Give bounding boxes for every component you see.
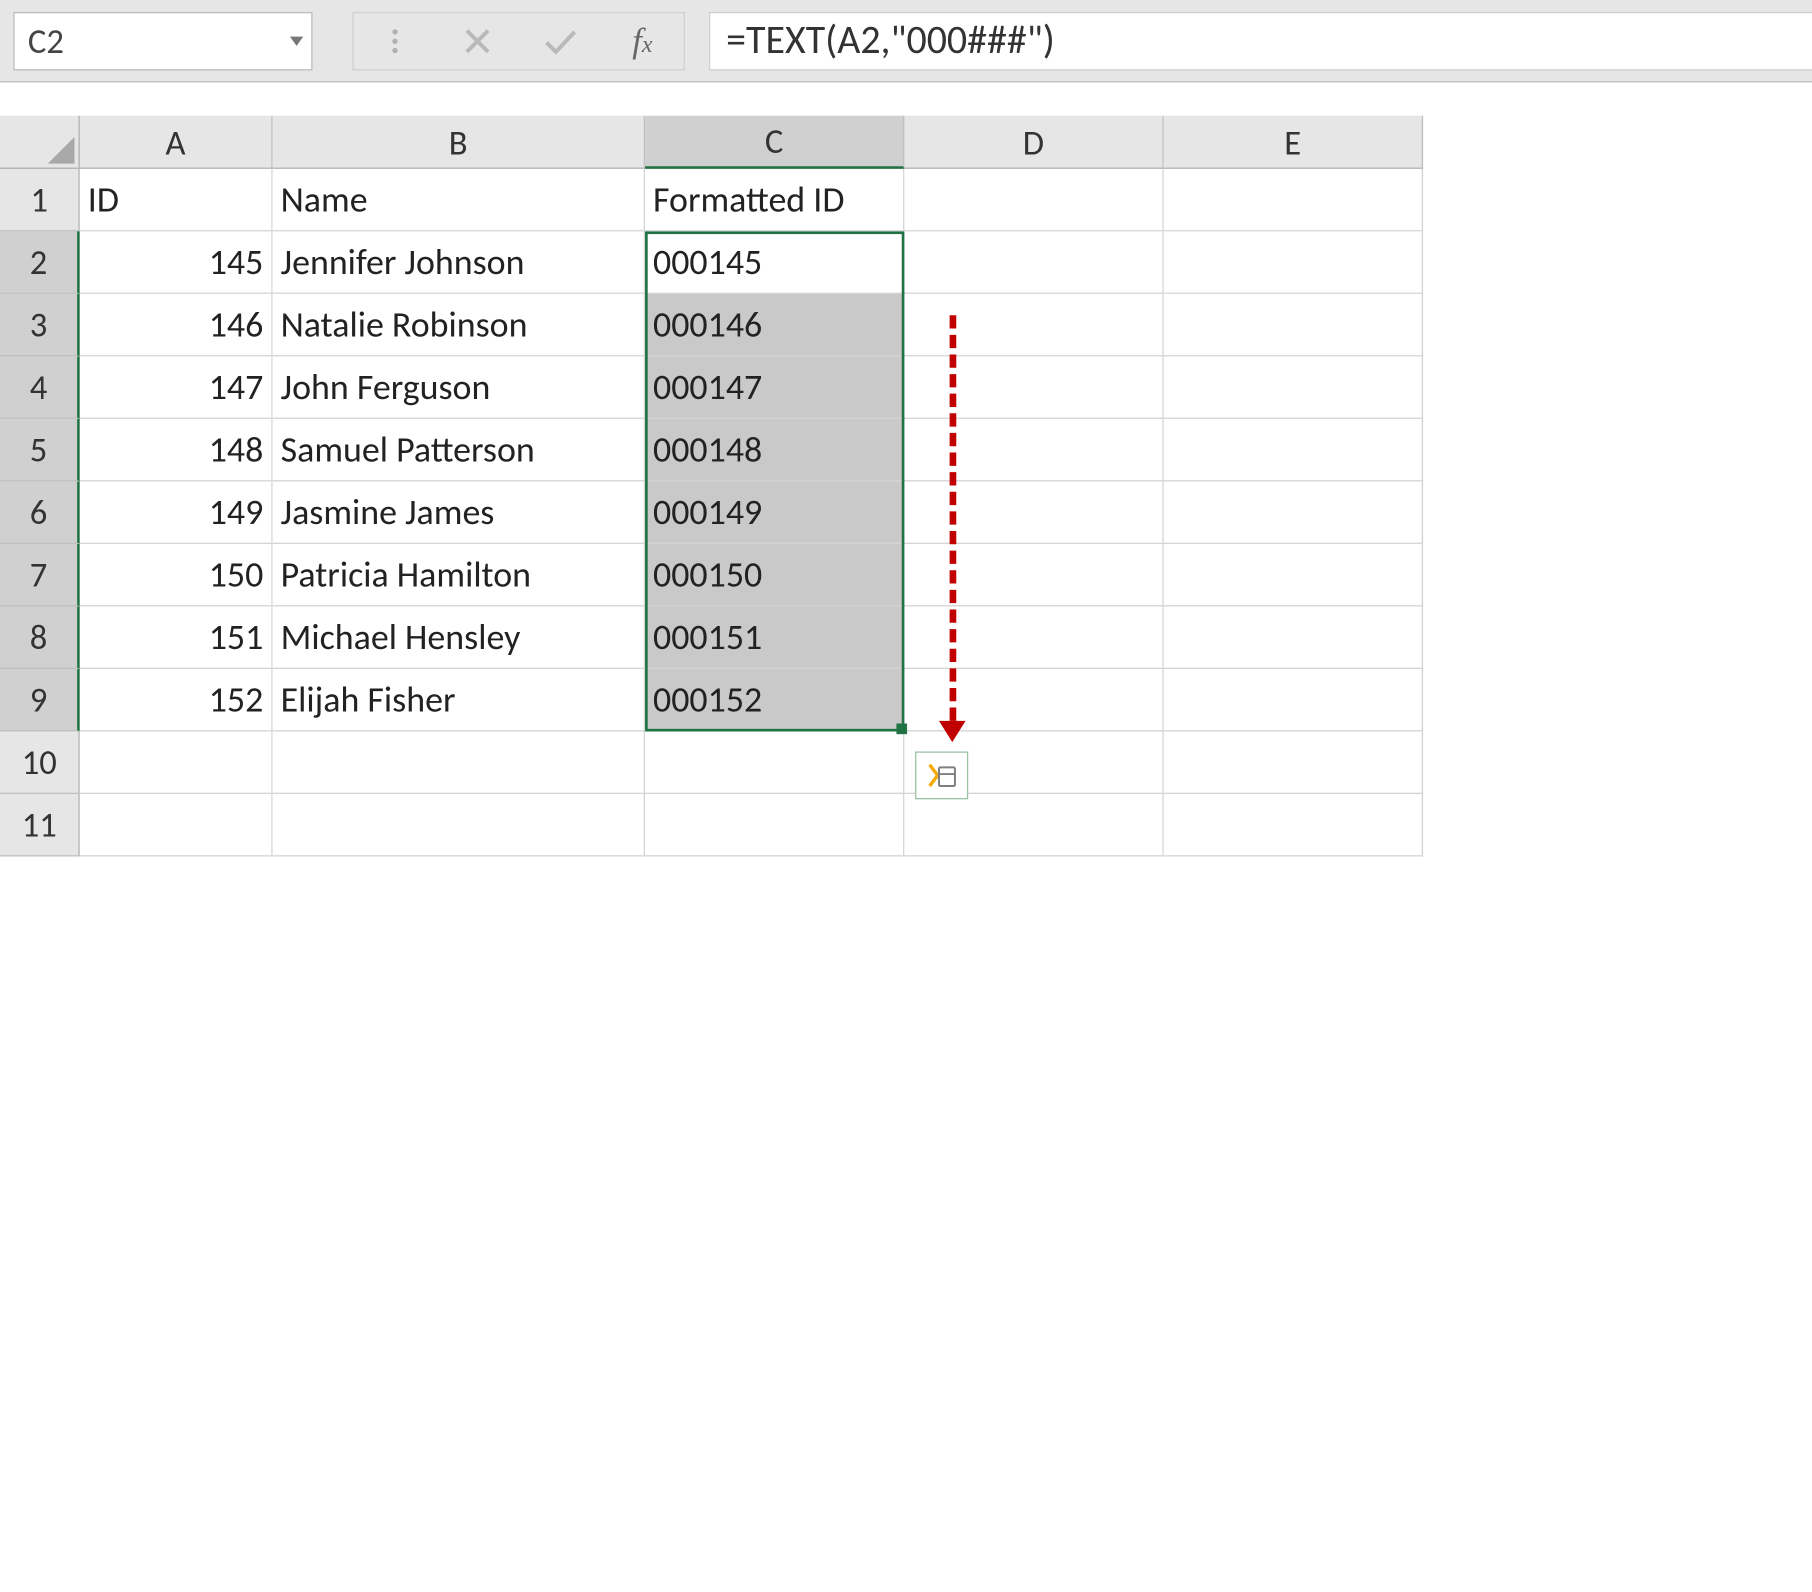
- chevron-down-icon[interactable]: [290, 36, 303, 45]
- cell-B7[interactable]: Patricia Hamilton: [273, 544, 645, 607]
- row-header-4[interactable]: 4: [0, 356, 80, 419]
- cell-A3[interactable]: 146: [80, 294, 273, 357]
- fx-button[interactable]: fx: [601, 11, 683, 70]
- cell-A7[interactable]: 150: [80, 544, 273, 607]
- cell-D11[interactable]: [904, 794, 1163, 857]
- cell-B6[interactable]: Jasmine James: [273, 481, 645, 544]
- spreadsheet-grid[interactable]: A B C D E 1 ID Name Formatted ID 2 145 J…: [0, 116, 1812, 857]
- enter-button[interactable]: [519, 11, 601, 70]
- formula-button-group: fx: [352, 11, 685, 70]
- col-header-D[interactable]: D: [904, 116, 1163, 169]
- select-all-corner[interactable]: [0, 116, 80, 169]
- row-header-8[interactable]: 8: [0, 606, 80, 669]
- vertical-dots-icon: [392, 29, 397, 53]
- cell-D1[interactable]: [904, 169, 1163, 232]
- formula-bar: C2 fx =TEXT(A2,"000###"): [0, 0, 1812, 82]
- cell-B5[interactable]: Samuel Patterson: [273, 419, 645, 482]
- cell-B1[interactable]: Name: [273, 169, 645, 232]
- cell-C7[interactable]: 000150: [645, 544, 904, 607]
- formula-input[interactable]: =TEXT(A2,"000###"): [709, 11, 1812, 70]
- cell-E10[interactable]: [1164, 732, 1423, 795]
- cell-A11[interactable]: [80, 794, 273, 857]
- cell-C10[interactable]: [645, 732, 904, 795]
- row-header-9[interactable]: 9: [0, 669, 80, 732]
- formula-text: =TEXT(A2,"000###"): [726, 16, 1055, 65]
- cell-E5[interactable]: [1164, 419, 1423, 482]
- autofill-options-button[interactable]: [915, 751, 968, 799]
- cell-B8[interactable]: Michael Hensley: [273, 606, 645, 669]
- cell-C6[interactable]: 000149: [645, 481, 904, 544]
- cell-A6[interactable]: 149: [80, 481, 273, 544]
- arrow-down-icon: [939, 721, 966, 742]
- row-header-2[interactable]: 2: [0, 231, 80, 294]
- expand-button[interactable]: [354, 11, 436, 70]
- cell-E1[interactable]: [1164, 169, 1423, 232]
- cell-A4[interactable]: 147: [80, 356, 273, 419]
- cell-C11[interactable]: [645, 794, 904, 857]
- cell-A9[interactable]: 152: [80, 669, 273, 732]
- name-box[interactable]: C2: [13, 11, 312, 70]
- name-box-value: C2: [28, 19, 64, 62]
- row-header-1[interactable]: 1: [0, 169, 80, 232]
- cell-B4[interactable]: John Ferguson: [273, 356, 645, 419]
- check-icon: [543, 26, 578, 55]
- close-icon: [463, 26, 492, 55]
- row-header-10[interactable]: 10: [0, 732, 80, 795]
- cell-E2[interactable]: [1164, 231, 1423, 294]
- cell-A2[interactable]: 145: [80, 231, 273, 294]
- cell-D2[interactable]: [904, 231, 1163, 294]
- cell-A5[interactable]: 148: [80, 419, 273, 482]
- row-header-6[interactable]: 6: [0, 481, 80, 544]
- cell-E7[interactable]: [1164, 544, 1423, 607]
- cell-B10[interactable]: [273, 732, 645, 795]
- cell-E3[interactable]: [1164, 294, 1423, 357]
- cell-B11[interactable]: [273, 794, 645, 857]
- row-header-3[interactable]: 3: [0, 294, 80, 357]
- cell-C9[interactable]: 000152: [645, 669, 904, 732]
- cell-A10[interactable]: [80, 732, 273, 795]
- col-header-E[interactable]: E: [1164, 116, 1423, 169]
- row-header-11[interactable]: 11: [0, 794, 80, 857]
- cell-B2[interactable]: Jennifer Johnson: [273, 231, 645, 294]
- cell-E4[interactable]: [1164, 356, 1423, 419]
- cell-A1[interactable]: ID: [80, 169, 273, 232]
- cell-C4[interactable]: 000147: [645, 356, 904, 419]
- fx-icon: fx: [632, 21, 652, 61]
- col-header-C[interactable]: C: [645, 116, 904, 169]
- cell-E9[interactable]: [1164, 669, 1423, 732]
- cell-A8[interactable]: 151: [80, 606, 273, 669]
- col-header-A[interactable]: A: [80, 116, 273, 169]
- cell-E8[interactable]: [1164, 606, 1423, 669]
- row-header-5[interactable]: 5: [0, 419, 80, 482]
- cell-C3[interactable]: 000146: [645, 294, 904, 357]
- cell-B3[interactable]: Natalie Robinson: [273, 294, 645, 357]
- col-header-B[interactable]: B: [273, 116, 645, 169]
- drag-arrow-annotation: [942, 315, 966, 742]
- cell-C2[interactable]: 000145: [645, 231, 904, 294]
- autofill-options-icon: [924, 759, 959, 791]
- row-header-7[interactable]: 7: [0, 544, 80, 607]
- cell-E6[interactable]: [1164, 481, 1423, 544]
- cell-B9[interactable]: Elijah Fisher: [273, 669, 645, 732]
- cell-C8[interactable]: 000151: [645, 606, 904, 669]
- cell-E11[interactable]: [1164, 794, 1423, 857]
- cell-C5[interactable]: 000148: [645, 419, 904, 482]
- cell-C1[interactable]: Formatted ID: [645, 169, 904, 232]
- cancel-button[interactable]: [436, 11, 518, 70]
